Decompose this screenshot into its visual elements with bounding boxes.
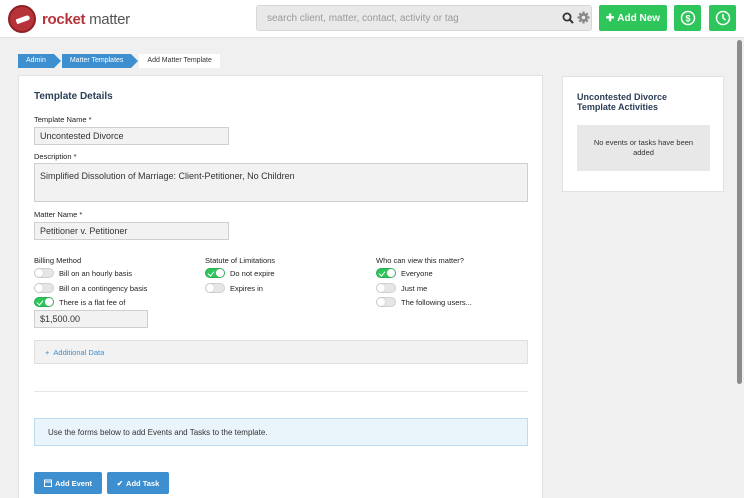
add-task-label: Add Task [126, 478, 160, 488]
matter-name-label: Matter Name * [34, 210, 83, 219]
following-users-label: The following users... [401, 297, 472, 307]
plus-icon: ✚ [605, 12, 615, 24]
flat-fee-toggle[interactable] [34, 297, 54, 307]
billing-method-heading: Billing Method [34, 256, 82, 265]
visibility-following-users-option[interactable]: The following users... [376, 297, 472, 307]
breadcrumb-current: Add Matter Template [139, 54, 220, 68]
billing-hourly-option[interactable]: Bill on an hourly basis [34, 268, 132, 278]
expires-in-toggle[interactable] [205, 283, 225, 293]
billing-flat-fee-option[interactable]: There is a flat fee of [34, 297, 125, 307]
statute-no-expire-option[interactable]: Do not expire [205, 268, 275, 278]
billing-button[interactable]: $ [674, 5, 701, 31]
page-scrollbar[interactable] [737, 40, 742, 384]
logo-text: rocket matter [42, 10, 130, 28]
section-title: Template Details [34, 91, 113, 102]
search-input[interactable] [257, 6, 553, 30]
rocket-logo-icon [8, 5, 36, 33]
hourly-label: Bill on an hourly basis [59, 268, 132, 278]
contingency-toggle[interactable] [34, 283, 54, 293]
add-new-button[interactable]: ✚ Add New [599, 5, 667, 31]
dollar-icon: $ [680, 10, 695, 26]
just-me-label: Just me [401, 283, 428, 293]
following-users-toggle[interactable] [376, 297, 396, 307]
flat-fee-label: There is a flat fee of [59, 297, 126, 307]
expires-in-label: Expires in [230, 283, 263, 293]
activities-title: Uncontested Divorce Template Activities [577, 92, 668, 112]
visibility-everyone-option[interactable]: Everyone [376, 268, 433, 278]
statute-heading: Statute of Limitations [205, 256, 276, 265]
billing-contingency-option[interactable]: Bill on a contingency basis [34, 283, 147, 293]
add-new-label: Add New [617, 12, 661, 24]
calendar-icon [43, 479, 52, 487]
everyone-label: Everyone [401, 268, 433, 278]
search-icon[interactable] [562, 12, 574, 24]
add-event-label: Add Event [54, 478, 93, 488]
statute-expires-in-option[interactable]: Expires in [205, 283, 263, 293]
divider [34, 391, 528, 392]
clock-icon [715, 10, 730, 26]
no-expire-toggle[interactable] [205, 268, 225, 278]
just-me-toggle[interactable] [376, 283, 396, 293]
gear-icon[interactable] [577, 11, 590, 24]
breadcrumb: Admin Matter Templates Add Matter Templa… [18, 54, 220, 68]
no-expire-label: Do not expire [230, 268, 275, 278]
add-task-button[interactable]: ✔ Add Task [107, 472, 169, 494]
top-bar: rocket matter ✚ Add New $ [0, 0, 744, 38]
description-field[interactable]: Simplified Dissolution of Marriage: Clie… [34, 163, 528, 202]
activities-empty-state: No events or tasks have been added [577, 125, 710, 171]
rocket-matter-logo[interactable]: rocket matter [8, 5, 130, 33]
description-label: Description * [34, 152, 77, 161]
matter-name-field[interactable]: Petitioner v. Petitioner [34, 222, 229, 240]
add-event-button[interactable]: Add Event [34, 472, 102, 494]
everyone-toggle[interactable] [376, 268, 396, 278]
info-message: Use the forms below to add Events and Ta… [34, 418, 528, 446]
hourly-toggle[interactable] [34, 268, 54, 278]
svg-text:$: $ [685, 13, 690, 23]
breadcrumb-admin[interactable]: Admin [18, 54, 61, 68]
visibility-just-me-option[interactable]: Just me [376, 283, 427, 293]
check-icon: ✔ [116, 478, 124, 488]
breadcrumb-matter-templates[interactable]: Matter Templates [61, 54, 138, 68]
plus-icon: + [45, 347, 50, 357]
contingency-label: Bill on a contingency basis [59, 283, 148, 293]
flat-fee-amount-field[interactable]: $1,500.00 [34, 310, 148, 328]
template-name-field[interactable]: Uncontested Divorce [34, 127, 229, 145]
additional-data-label: Additional Data [53, 347, 105, 357]
global-search [256, 5, 592, 31]
template-name-label: Template Name * [34, 115, 92, 124]
timer-button[interactable] [709, 5, 736, 31]
visibility-heading: Who can view this matter? [376, 256, 464, 265]
additional-data-panel[interactable]: + Additional Data [34, 340, 528, 364]
